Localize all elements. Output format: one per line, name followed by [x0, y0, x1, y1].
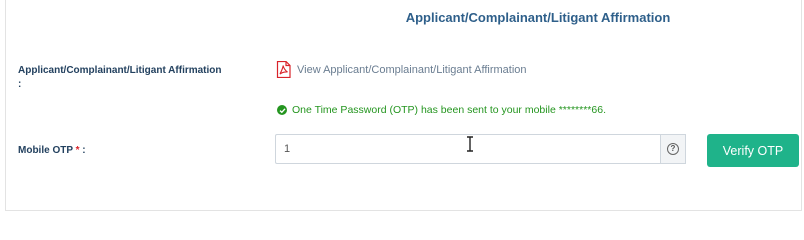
otp-status-text: One Time Password (OTP) has been sent to…	[292, 104, 606, 116]
view-affirmation-link[interactable]: View Applicant/Complainant/Litigant Affi…	[276, 60, 527, 79]
text-cursor-icon	[467, 136, 473, 152]
view-affirmation-link-text: View Applicant/Complainant/Litigant Affi…	[297, 63, 527, 76]
affirmation-label-text: Applicant/Complainant/Litigant Affirmati…	[18, 65, 222, 76]
mobile-otp-label-suffix: :	[79, 145, 86, 156]
otp-status-message: One Time Password (OTP) has been sent to…	[277, 104, 606, 116]
check-circle-icon	[277, 105, 287, 115]
affirmation-label: Applicant/Complainant/Litigant Affirmati…	[18, 64, 268, 92]
pdf-icon	[276, 60, 291, 79]
verify-otp-button[interactable]: Verify OTP	[707, 134, 799, 167]
question-circle-icon: ?	[667, 143, 679, 155]
affirmation-label-suffix: :	[18, 79, 22, 90]
otp-help-button[interactable]: ?	[660, 134, 686, 164]
section-heading: Applicant/Complainant/Litigant Affirmati…	[405, 10, 671, 25]
mobile-otp-label: Mobile OTP * :	[18, 144, 86, 158]
mobile-otp-label-text: Mobile OTP	[18, 145, 73, 156]
